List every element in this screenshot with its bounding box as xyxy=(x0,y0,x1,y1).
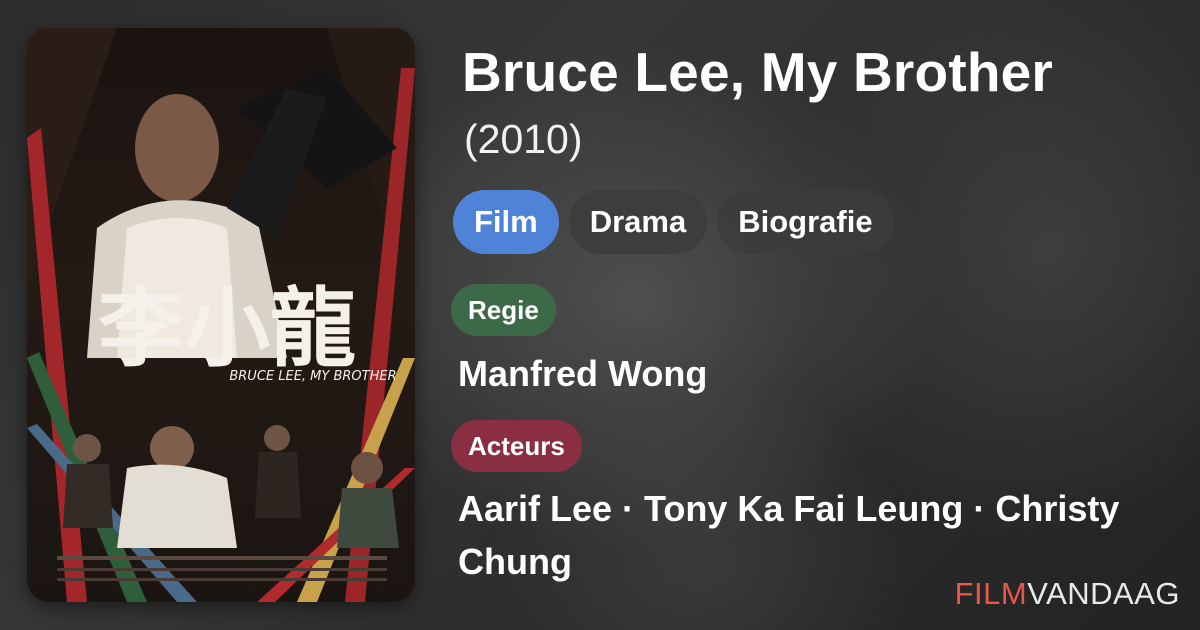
poster-artwork: 李小龍 BRUCE LEE, MY BROTHER xyxy=(27,28,415,602)
genre-chip-biografie[interactable]: Biografie xyxy=(717,190,894,254)
site-logo[interactable]: FILMVANDAAG xyxy=(955,576,1180,612)
movie-year: (2010) xyxy=(464,116,583,162)
cast-label: Acteurs xyxy=(451,420,582,472)
movie-title: Bruce Lee, My Brother xyxy=(462,41,1054,103)
director-name[interactable]: Manfred Wong xyxy=(458,347,707,400)
logo-part-film: FILM xyxy=(954,576,1028,611)
genre-chip-film[interactable]: Film xyxy=(453,190,559,254)
movie-poster[interactable]: 李小龍 BRUCE LEE, MY BROTHER xyxy=(27,28,415,602)
director-label: Regie xyxy=(451,284,556,336)
genre-chip-drama[interactable]: Drama xyxy=(568,190,708,254)
logo-part-vandaag: VANDAAG xyxy=(1027,576,1180,611)
cast-names[interactable]: Aarif Lee · Tony Ka Fai Leung · Christy … xyxy=(458,482,1173,588)
genre-list: Film Drama Biografie xyxy=(453,190,894,254)
movie-details: Bruce Lee, My Brother (2010) Film Drama … xyxy=(451,0,1178,630)
poster-english-title: BRUCE LEE, MY BROTHER xyxy=(229,369,396,384)
movie-card: 李小龍 BRUCE LEE, MY BROTHER Bruce Lee, My … xyxy=(0,0,1200,630)
poster-chinese-title: 李小龍 xyxy=(98,279,356,379)
